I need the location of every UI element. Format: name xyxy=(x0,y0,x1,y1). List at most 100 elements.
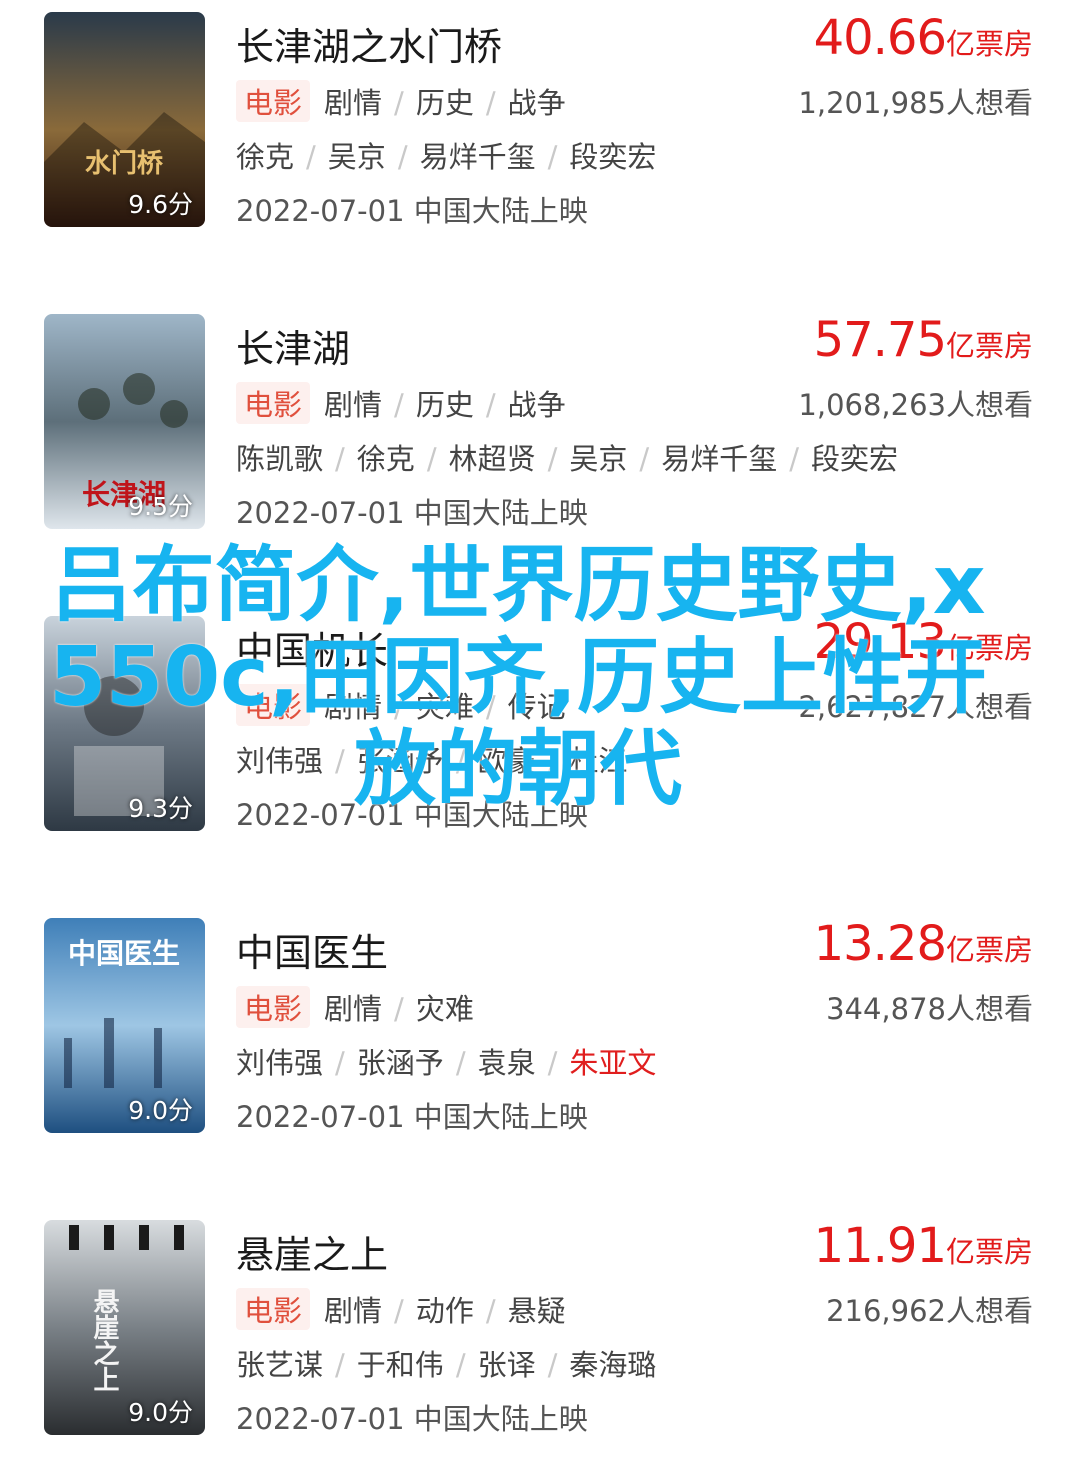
separator: / xyxy=(335,442,345,476)
release-date: 2022-07-01 中国大陆上映 xyxy=(236,496,588,530)
cast-member[interactable]: 朱亚文 xyxy=(569,1046,656,1080)
genre: 剧情 xyxy=(324,1294,383,1328)
poster-title-art: 水门桥 xyxy=(85,149,164,179)
want-to-see-count: 344,878人想看 xyxy=(826,992,1033,1026)
overlay-caption: 吕布简介,世界历史野史,x550c,田因齐,历史上性开放的朝代 xyxy=(48,538,988,817)
cast-row: 徐克 / 吴京 / 易烊千玺 / 段奕宏 xyxy=(236,134,656,176)
separator: / xyxy=(394,388,404,422)
genre-row: 电影 剧情 / 历史 / 战争 xyxy=(236,80,566,122)
want-to-see-count: 216,962人想看 xyxy=(826,1294,1033,1328)
poster-title-art: 中国医生 xyxy=(68,937,180,970)
cast-member[interactable]: 袁泉 xyxy=(478,1046,536,1080)
separator: / xyxy=(306,140,316,174)
movie-title[interactable]: 长津湖 xyxy=(236,318,350,373)
genre: 剧情 xyxy=(324,992,383,1026)
box-office: 11.91亿票房 xyxy=(814,1218,1033,1274)
box-office-unit: 亿票房 xyxy=(945,933,1033,967)
separator: / xyxy=(426,442,437,476)
box-office-unit: 亿票房 xyxy=(945,329,1033,363)
cast-member[interactable]: 于和伟 xyxy=(357,1348,444,1382)
movie-poster[interactable]: 水门桥 9.6分 xyxy=(44,12,205,227)
genre: 悬疑 xyxy=(507,1294,566,1328)
separator: / xyxy=(335,1348,345,1382)
genre: 灾难 xyxy=(415,992,474,1026)
separator: / xyxy=(397,140,408,174)
cast-member[interactable]: 吴京 xyxy=(328,140,386,174)
separator: / xyxy=(485,86,496,120)
separator: / xyxy=(394,992,404,1026)
cast-member[interactable]: 易烊千玺 xyxy=(661,442,777,476)
movie-poster[interactable]: 悬崖之上 9.0分 xyxy=(44,1220,205,1435)
cast-row: 陈凯歌 / 徐克 / 林超贤 / 吴京 / 易烊千玺 / 段奕宏 xyxy=(236,436,898,478)
box-office-value: 40.66 xyxy=(813,10,947,66)
box-office: 13.28亿票房 xyxy=(814,916,1033,972)
cast-member[interactable]: 徐克 xyxy=(236,140,294,174)
box-office-unit: 亿票房 xyxy=(945,27,1033,61)
box-office-unit: 亿票房 xyxy=(945,1235,1033,1269)
box-office-value: 13.28 xyxy=(813,916,947,972)
movie-title[interactable]: 中国医生 xyxy=(236,922,388,977)
genre: 战争 xyxy=(507,388,566,422)
movie-card[interactable]: 悬崖之上 9.0分 悬崖之上 电影 剧情 / 动作 / 悬疑 张艺谋 / 于和伟 / 张译 / 秦海璐… xyxy=(0,1208,1079,1448)
cast-member[interactable]: 徐克 xyxy=(357,442,415,476)
score-badge: 9.0分 xyxy=(128,1398,193,1427)
genre: 战争 xyxy=(507,86,566,120)
type-tag: 电影 xyxy=(236,1288,311,1330)
separator: / xyxy=(547,140,558,174)
release-date: 2022-07-01 中国大陆上映 xyxy=(236,1100,588,1134)
type-tag: 电影 xyxy=(236,382,311,424)
genre-row: 电影 剧情 / 动作 / 悬疑 xyxy=(236,1288,566,1330)
cast-member[interactable]: 吴京 xyxy=(569,442,627,476)
movie-card[interactable]: 水门桥 9.6分 长津湖之水门桥 电影 剧情 / 历史 / 战争 徐克 / 吴京 / 易烊千玺 / 段… xyxy=(0,0,1079,240)
cast-member[interactable]: 张艺谋 xyxy=(236,1348,323,1382)
score-badge: 9.6分 xyxy=(128,190,193,219)
cast-member[interactable]: 秦海璐 xyxy=(569,1348,656,1382)
cast-member[interactable]: 段奕宏 xyxy=(569,140,656,174)
cast-member[interactable]: 林超贤 xyxy=(449,442,536,476)
box-office-value: 11.91 xyxy=(813,1218,947,1274)
movie-poster[interactable]: 长津湖 9.5分 xyxy=(44,314,205,529)
box-office: 57.75亿票房 xyxy=(814,312,1033,368)
want-to-see-count: 1,201,985人想看 xyxy=(798,86,1033,120)
type-tag: 电影 xyxy=(236,986,311,1028)
genre: 历史 xyxy=(415,388,474,422)
genre: 历史 xyxy=(415,86,474,120)
separator: / xyxy=(547,1348,558,1382)
cast-member[interactable]: 张译 xyxy=(478,1348,536,1382)
separator: / xyxy=(335,1046,345,1080)
score-badge: 9.5分 xyxy=(128,492,193,521)
separator: / xyxy=(455,1046,466,1080)
release-date: 2022-07-01 中国大陆上映 xyxy=(236,1402,588,1436)
movie-card[interactable]: 长津湖 9.5分 长津湖 电影 剧情 / 历史 / 战争 陈凯歌 / 徐克 / 林超贤 / 吴京 / 易烊… xyxy=(0,302,1079,542)
cast-member[interactable]: 刘伟强 xyxy=(236,1046,323,1080)
separator: / xyxy=(455,1348,466,1382)
separator: / xyxy=(394,1294,404,1328)
movie-poster[interactable]: 中国医生 9.0分 xyxy=(44,918,205,1133)
movie-title[interactable]: 悬崖之上 xyxy=(236,1224,388,1279)
cast-row: 刘伟强 / 张涵予 / 袁泉 / 朱亚文 xyxy=(236,1040,656,1082)
cast-member[interactable]: 段奕宏 xyxy=(811,442,898,476)
box-office-value: 57.75 xyxy=(813,312,947,368)
want-to-see-count: 1,068,263人想看 xyxy=(798,388,1033,422)
box-office: 40.66亿票房 xyxy=(814,10,1033,66)
separator: / xyxy=(547,442,558,476)
genre: 动作 xyxy=(415,1294,474,1328)
separator: / xyxy=(789,442,799,476)
separator: / xyxy=(639,442,650,476)
genre-row: 电影 剧情 / 历史 / 战争 xyxy=(236,382,566,424)
score-badge: 9.0分 xyxy=(128,1096,193,1125)
cast-member[interactable]: 易烊千玺 xyxy=(420,140,536,174)
separator: / xyxy=(394,86,404,120)
movie-title[interactable]: 长津湖之水门桥 xyxy=(236,16,502,71)
separator: / xyxy=(485,1294,496,1328)
genre: 剧情 xyxy=(324,86,383,120)
poster-title-art: 悬崖之上 xyxy=(89,1288,119,1392)
separator: / xyxy=(485,388,496,422)
cast-member[interactable]: 张涵予 xyxy=(357,1046,444,1080)
separator: / xyxy=(547,1046,558,1080)
movie-card[interactable]: 中国医生 9.0分 中国医生 电影 剧情 / 灾难 刘伟强 / 张涵予 / 袁泉 / 朱亚文 20… xyxy=(0,906,1079,1146)
cast-row: 张艺谋 / 于和伟 / 张译 / 秦海璐 xyxy=(236,1342,656,1384)
genre: 剧情 xyxy=(324,388,383,422)
cast-member[interactable]: 陈凯歌 xyxy=(236,442,323,476)
type-tag: 电影 xyxy=(236,80,311,122)
